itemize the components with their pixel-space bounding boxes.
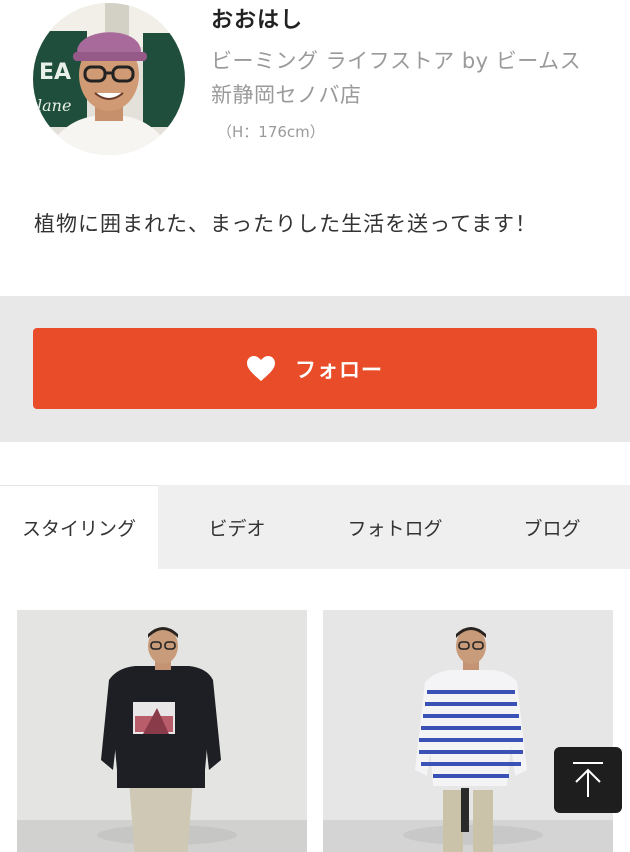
styling-grid xyxy=(0,610,630,852)
profile-header: EA lane おおはし ビーミング ライフストア by ビームス 新静岡セノバ… xyxy=(0,0,630,296)
styling-card[interactable] xyxy=(17,610,307,852)
staff-profile-page: EA lane おおはし ビーミング ライフストア by ビームス 新静岡セノバ… xyxy=(0,0,630,852)
follow-button[interactable]: フォロー xyxy=(33,328,597,409)
tab-video[interactable]: ビデオ xyxy=(158,485,316,569)
shop-name-link[interactable]: ビーミング ライフストア by ビームス 新静岡セノバ店 xyxy=(211,44,601,112)
profile-bio: 植物に囲まれた、まったりした生活を送ってます！ xyxy=(34,212,538,236)
content-tabs: スタイリング ビデオ フォトログ ブログ xyxy=(0,485,630,569)
tab-photolog[interactable]: フォトログ xyxy=(316,485,474,569)
svg-text:EA: EA xyxy=(39,60,71,85)
svg-text:lane: lane xyxy=(37,96,71,115)
styling-card[interactable] xyxy=(323,610,613,852)
staff-height: （H：176cm） xyxy=(217,123,325,141)
styling-photo xyxy=(17,610,307,852)
tab-blog[interactable]: ブログ xyxy=(474,485,630,569)
tab-styling[interactable]: スタイリング xyxy=(0,485,158,569)
staff-name: おおはし xyxy=(211,8,304,33)
avatar: EA lane xyxy=(33,3,185,155)
scroll-to-top-button[interactable] xyxy=(554,747,622,813)
arrow-up-icon xyxy=(573,762,603,797)
follow-area: フォロー xyxy=(0,296,630,442)
heart-icon xyxy=(247,355,275,381)
follow-label: フォロー xyxy=(295,357,383,382)
styling-photo xyxy=(323,610,613,852)
